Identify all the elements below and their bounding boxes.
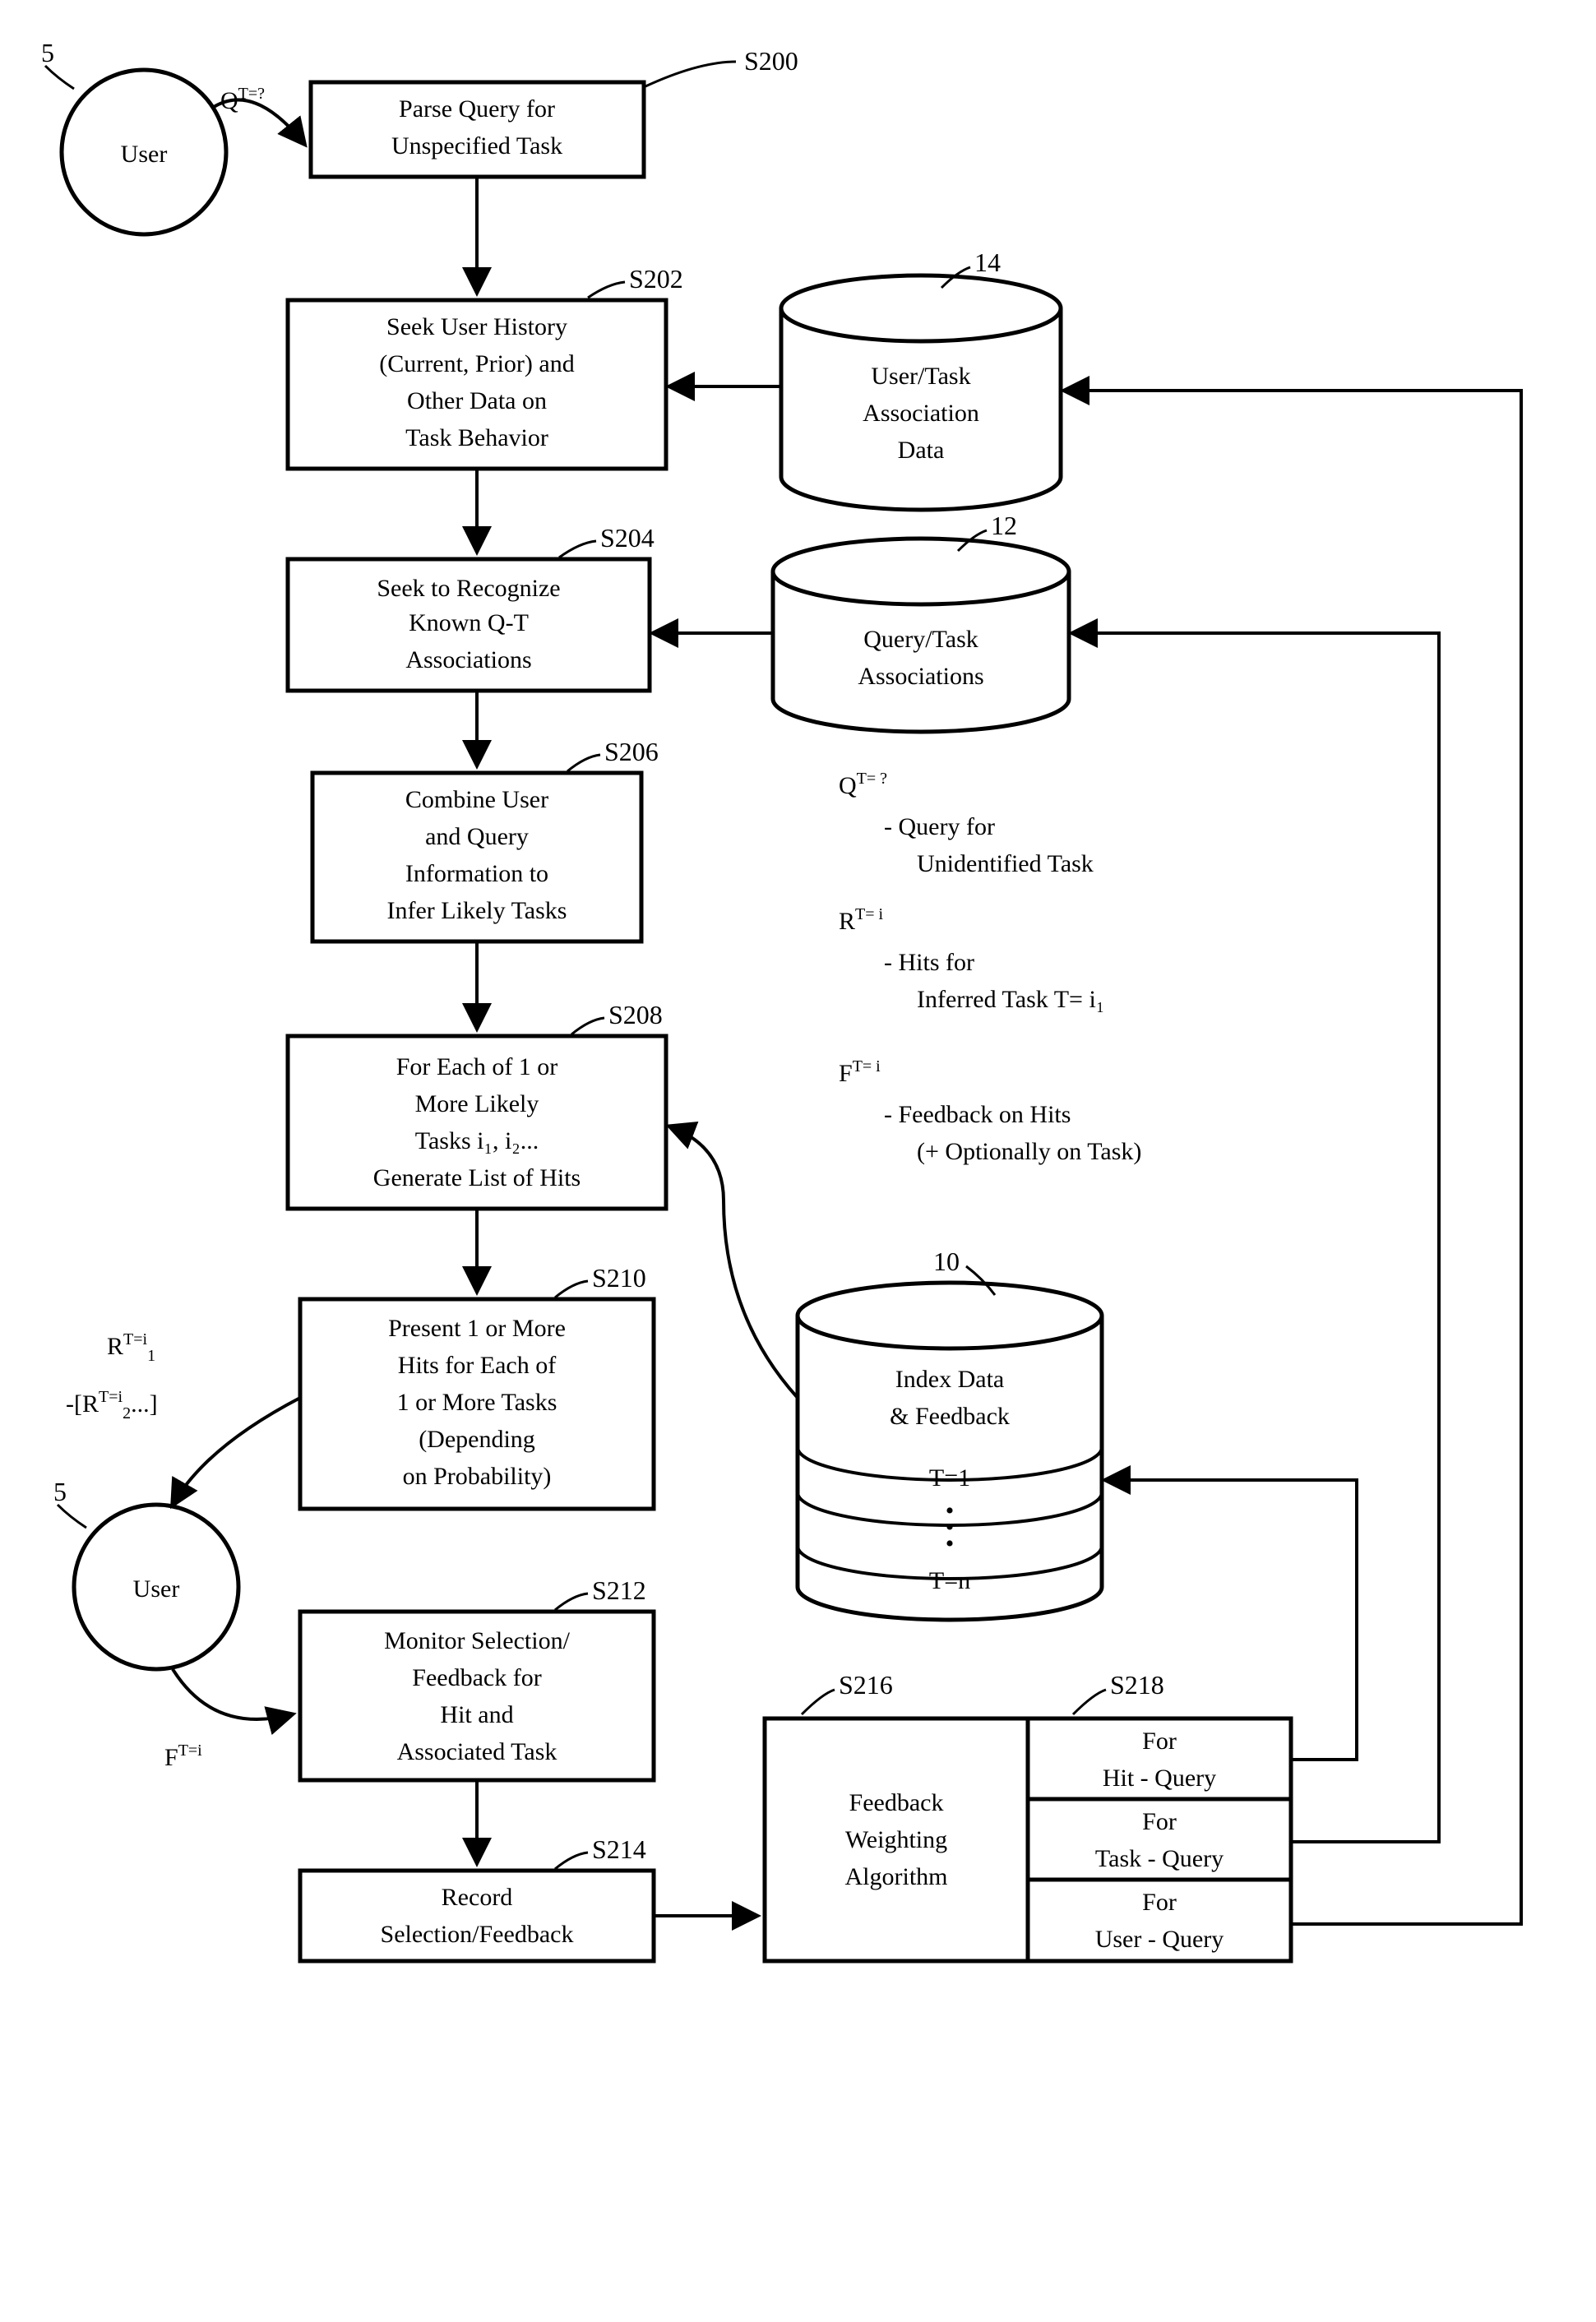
svg-text:Task Behavior: Task Behavior [405, 424, 548, 451]
svg-text:T=1: T=1 [929, 1464, 970, 1492]
svg-text:Infer Likely Tasks: Infer Likely Tasks [387, 897, 567, 924]
svg-text:Other Data on: Other Data on [407, 387, 547, 414]
svg-text:Associations: Associations [858, 663, 983, 690]
s208-box: For Each of 1 or More Likely Tasks i₁, i… [288, 1000, 666, 1209]
svg-text:S212: S212 [592, 1575, 646, 1605]
db10-cylinder: Index Data & Feedback T=1 • • • T=n 10 [798, 1247, 1102, 1620]
db14-cylinder: User/Task Association Data 14 [781, 247, 1061, 510]
svg-text:-[RT=i2...]: -[RT=i2...] [66, 1388, 158, 1422]
svg-text:Query/Task: Query/Task [863, 626, 978, 653]
svg-text:FT= i: FT= i [839, 1057, 881, 1087]
s204-box: Seek to Recognize Known Q-T Associations… [288, 523, 655, 691]
svg-text:QT= ?: QT= ? [839, 770, 887, 799]
svg-text:Combine User: Combine User [405, 786, 548, 813]
svg-text:Seek User History: Seek User History [386, 313, 567, 340]
legend: QT= ? - Query for Unidentified Task RT= … [839, 770, 1141, 1165]
svg-text:Inferred Task T= i₁: Inferred Task T= i₁ [917, 986, 1104, 1013]
svg-text:Data: Data [898, 437, 945, 464]
svg-text:S210: S210 [592, 1263, 646, 1293]
svg-text:- Feedback on Hits: - Feedback on Hits [884, 1101, 1071, 1128]
svg-text:User/Task: User/Task [871, 363, 970, 390]
svg-text:FT=i: FT=i [164, 1742, 202, 1771]
svg-text:Hits for Each of: Hits for Each of [398, 1352, 556, 1379]
s206-box: Combine User and Query Information to In… [312, 737, 659, 941]
svg-text:S216: S216 [839, 1670, 893, 1700]
svg-text:For: For [1142, 1728, 1177, 1755]
svg-text:Association: Association [863, 400, 979, 427]
arrow-db10-s208 [670, 1126, 798, 1398]
user-node-top: User 5 [41, 38, 226, 234]
svg-text:RT=i1: RT=i1 [107, 1330, 155, 1365]
svg-text:- Hits for: - Hits for [884, 949, 974, 976]
svg-text:5: 5 [53, 1477, 67, 1506]
svg-text:(+ Optionally on Task): (+ Optionally on Task) [917, 1138, 1141, 1165]
svg-text:10: 10 [933, 1247, 960, 1276]
svg-text:Associated Task: Associated Task [397, 1738, 557, 1765]
svg-text:Algorithm: Algorithm [845, 1863, 948, 1890]
svg-text:(Depending: (Depending [419, 1426, 535, 1453]
arrow-user-to-s212: FT=i [164, 1669, 292, 1771]
svg-text:Known Q-T: Known Q-T [409, 609, 529, 636]
svg-text:S202: S202 [629, 264, 683, 294]
svg-text:Parse Query for: Parse Query for [399, 95, 555, 123]
user-node-bottom: User 5 [53, 1477, 238, 1669]
svg-text:Tasks i₁, i₂...: Tasks i₁, i₂... [415, 1127, 539, 1154]
svg-text:S204: S204 [600, 523, 655, 553]
svg-text:12: 12 [991, 511, 1017, 540]
svg-text:S208: S208 [608, 1000, 663, 1029]
svg-text:1 or More Tasks: 1 or More Tasks [397, 1389, 557, 1416]
svg-text:Unidentified Task: Unidentified Task [917, 850, 1094, 877]
svg-text:Monitor Selection/: Monitor Selection/ [384, 1627, 570, 1654]
svg-text:S218: S218 [1110, 1670, 1164, 1700]
svg-text:Task - Query: Task - Query [1095, 1845, 1224, 1872]
svg-text:S206: S206 [604, 737, 659, 766]
svg-text:Feedback: Feedback [849, 1789, 944, 1816]
path-taskq-db12 [1073, 633, 1439, 1842]
user-label-top: User [121, 141, 168, 168]
user-num-top: 5 [41, 38, 54, 67]
svg-text:S214: S214 [592, 1834, 646, 1864]
svg-text:Present 1 or More: Present 1 or More [388, 1315, 566, 1342]
svg-text:QT=?: QT=? [220, 85, 265, 114]
svg-text:User: User [133, 1575, 180, 1603]
arrow-s210-to-user: RT=i1 -[RT=i2...] [66, 1330, 300, 1505]
svg-text:For: For [1142, 1808, 1177, 1835]
svg-text:Weighting: Weighting [845, 1826, 947, 1853]
s212-box: Monitor Selection/ Feedback for Hit and … [300, 1575, 654, 1780]
svg-text:14: 14 [974, 247, 1001, 277]
svg-text:Unspecified Task: Unspecified Task [391, 132, 562, 160]
svg-text:For Each of 1 or: For Each of 1 or [396, 1053, 558, 1080]
svg-text:Associations: Associations [405, 646, 531, 673]
svg-text:Seek to Recognize: Seek to Recognize [377, 575, 560, 602]
svg-text:Hit - Query: Hit - Query [1103, 1765, 1216, 1792]
svg-text:•: • [946, 1530, 955, 1557]
svg-text:More Likely: More Likely [415, 1090, 539, 1117]
svg-text:Record: Record [442, 1884, 513, 1911]
svg-text:T=n: T=n [929, 1567, 970, 1594]
feedback-weighting-box: Feedback Weighting Algorithm For Hit - Q… [765, 1670, 1291, 1961]
s210-box: Present 1 or More Hits for Each of 1 or … [300, 1263, 654, 1509]
svg-text:and Query: and Query [425, 823, 529, 850]
svg-text:User - Query: User - Query [1095, 1926, 1224, 1953]
svg-text:S200: S200 [744, 46, 798, 76]
svg-text:Hit and: Hit and [440, 1701, 513, 1728]
arrow-user-to-s200: QT=? [214, 85, 304, 144]
svg-text:on Probability): on Probability) [403, 1463, 552, 1490]
s200-box: Parse Query for Unspecified Task S200 [311, 46, 798, 177]
svg-text:Index Data: Index Data [895, 1366, 1004, 1393]
svg-text:Generate List of Hits: Generate List of Hits [373, 1164, 581, 1191]
svg-text:- Query for: - Query for [884, 813, 995, 840]
svg-text:Information to: Information to [405, 860, 548, 887]
svg-text:Selection/Feedback: Selection/Feedback [381, 1921, 574, 1948]
db12-cylinder: Query/Task Associations 12 [773, 511, 1069, 732]
svg-text:RT= i: RT= i [839, 905, 884, 935]
svg-text:Feedback for: Feedback for [412, 1664, 541, 1691]
svg-text:(Current, Prior) and: (Current, Prior) and [379, 350, 574, 377]
s202-box: Seek User History (Current, Prior) and O… [288, 264, 683, 469]
svg-text:For: For [1142, 1889, 1177, 1916]
svg-text:& Feedback: & Feedback [890, 1403, 1010, 1430]
